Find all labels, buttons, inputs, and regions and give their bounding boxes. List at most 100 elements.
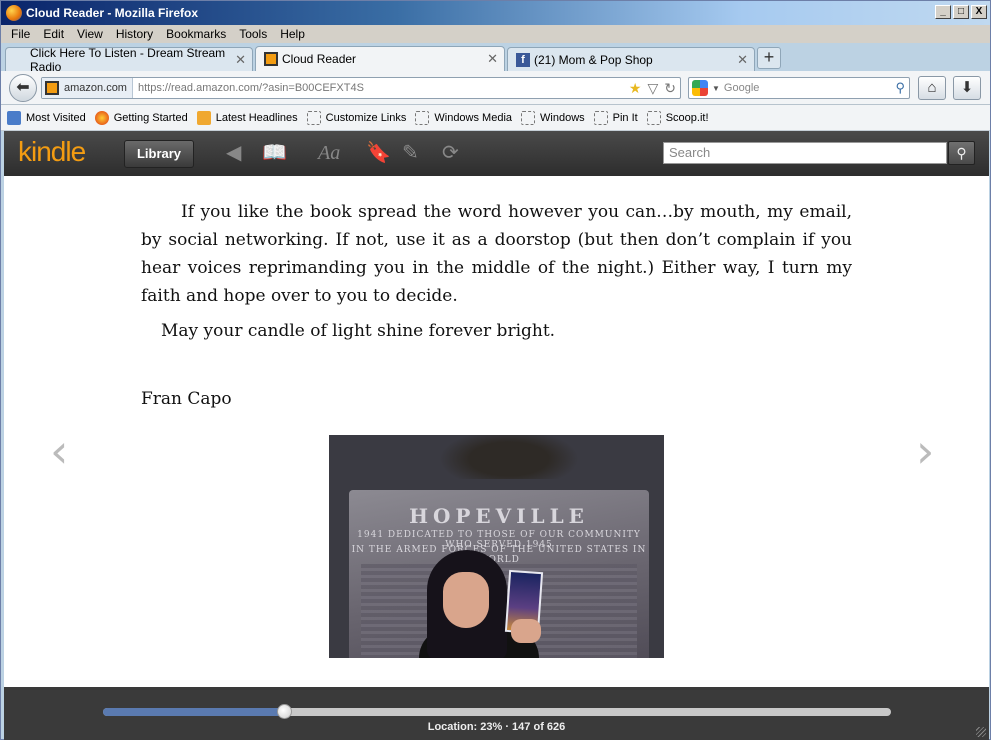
menu-file[interactable]: File bbox=[11, 27, 30, 41]
kindle-search-input[interactable]: Search bbox=[663, 142, 947, 164]
tab-mom-pop-shop[interactable]: f (21) Mom & Pop Shop ✕ bbox=[507, 47, 755, 71]
page-icon bbox=[521, 110, 536, 125]
close-window-button[interactable]: X bbox=[971, 5, 987, 19]
font-settings-icon[interactable]: Aa bbox=[318, 141, 340, 165]
page-icon bbox=[646, 110, 661, 125]
eagle-statue bbox=[439, 435, 579, 479]
reading-pane: ‹ › If you like the book spread the word… bbox=[4, 176, 989, 687]
bookmark-pin-it[interactable]: Pin It bbox=[593, 110, 638, 125]
site-domain: amazon.com bbox=[64, 82, 127, 94]
search-engine-dropdown-icon[interactable]: ▼ bbox=[712, 84, 720, 93]
navigation-bar: ⬅ amazon.com https://read.amazon.com/?as… bbox=[1, 71, 990, 105]
firefox-icon bbox=[6, 5, 22, 21]
bookmark-star-icon[interactable]: ★ bbox=[629, 80, 642, 97]
google-icon[interactable] bbox=[692, 80, 708, 96]
kindle-favicon-icon bbox=[264, 52, 278, 66]
bookmark-label: Customize Links bbox=[325, 111, 407, 124]
tab-strip: Click Here To Listen - Dream Stream Radi… bbox=[1, 43, 990, 74]
bookmark-latest-headlines[interactable]: Latest Headlines bbox=[196, 110, 298, 125]
most-visited-icon bbox=[7, 110, 21, 125]
back-arrow-icon[interactable]: ◀ bbox=[226, 141, 241, 165]
figure-hand bbox=[511, 619, 541, 643]
bookmark-windows-media[interactable]: Windows Media bbox=[415, 110, 513, 125]
kindle-toolbar: kindle Library ◀ 📖 Aa 🔖 ✎ ⟳ Search ⚲ bbox=[4, 131, 989, 176]
bookmark-label: Latest Headlines bbox=[215, 111, 298, 124]
url-bar[interactable]: amazon.com https://read.amazon.com/?asin… bbox=[41, 77, 681, 99]
sync-icon[interactable]: ⟳ bbox=[442, 141, 459, 165]
menu-bar: File Edit View History Bookmarks Tools H… bbox=[1, 25, 990, 43]
tab-dream-stream-radio[interactable]: Click Here To Listen - Dream Stream Radi… bbox=[5, 45, 253, 74]
kindle-favicon-icon bbox=[45, 81, 59, 95]
tab-label: Click Here To Listen - Dream Stream Radi… bbox=[30, 45, 226, 74]
bookmark-label: Getting Started bbox=[113, 111, 188, 124]
location-indicator: Location: 23% · 147 of 626 bbox=[427, 721, 566, 733]
title-bar: Cloud Reader - Mozilla Firefox _ □ X bbox=[1, 1, 990, 25]
book-paragraph: May your candle of light shine forever b… bbox=[161, 321, 556, 341]
menu-help[interactable]: Help bbox=[280, 27, 305, 41]
book-text: If you like the book spread the word how… bbox=[141, 198, 852, 413]
close-tab-icon[interactable]: ✕ bbox=[737, 52, 748, 68]
previous-page-icon[interactable]: ‹ bbox=[50, 428, 68, 474]
site-identity-badge[interactable]: amazon.com bbox=[42, 78, 133, 98]
bookmark-most-visited[interactable]: Most Visited bbox=[7, 110, 86, 125]
downloads-button[interactable]: ⬇ bbox=[953, 76, 981, 100]
kindle-logo: kindle bbox=[18, 136, 86, 167]
back-button[interactable]: ⬅ bbox=[9, 74, 37, 102]
maximize-button[interactable]: □ bbox=[953, 5, 969, 19]
bookmark-label: Windows bbox=[540, 111, 585, 124]
rss-icon bbox=[196, 110, 211, 125]
book-paragraph: If you like the book spread the word how… bbox=[141, 202, 852, 306]
progress-fill bbox=[103, 708, 285, 716]
bookmark-getting-started[interactable]: Getting Started bbox=[94, 110, 188, 125]
kindle-search-button[interactable]: ⚲ bbox=[948, 141, 975, 165]
window-title: Cloud Reader - Mozilla Firefox bbox=[26, 6, 199, 20]
home-button[interactable]: ⌂ bbox=[918, 76, 946, 100]
menu-history[interactable]: History bbox=[116, 27, 153, 41]
progress-slider-thumb[interactable] bbox=[277, 704, 293, 719]
reload-icon[interactable]: ↻ bbox=[664, 80, 676, 97]
close-tab-icon[interactable]: ✕ bbox=[487, 51, 498, 67]
bookmark-label: Scoop.it! bbox=[665, 111, 709, 124]
open-book-icon[interactable]: 📖 bbox=[262, 141, 287, 165]
menu-bookmarks[interactable]: Bookmarks bbox=[166, 27, 226, 41]
bookmark-windows[interactable]: Windows bbox=[521, 110, 585, 125]
author-photo: HOPEVILLE 1941 DEDICATED TO THOSE OF OUR… bbox=[329, 435, 664, 658]
search-bar[interactable]: ▼ Google ⚲ bbox=[688, 77, 910, 99]
window-controls: _ □ X bbox=[935, 5, 987, 19]
bookmark-label: Windows Media bbox=[434, 111, 513, 124]
firefox-icon bbox=[94, 110, 109, 125]
next-page-icon[interactable]: › bbox=[916, 428, 934, 474]
bookmark-icon[interactable]: 🔖 bbox=[366, 141, 391, 165]
url-bar-icons: ★ ▽ ↻ bbox=[629, 80, 676, 97]
resize-grip-icon[interactable] bbox=[976, 727, 986, 737]
bookmark-label: Most Visited bbox=[26, 111, 86, 124]
progress-track[interactable] bbox=[103, 704, 891, 719]
bookmark-customize-links[interactable]: Customize Links bbox=[306, 110, 407, 125]
tab-label: Cloud Reader bbox=[282, 52, 357, 66]
plaque-title: HOPEVILLE bbox=[409, 504, 589, 528]
page-icon bbox=[415, 110, 430, 125]
tab-label: (21) Mom & Pop Shop bbox=[534, 52, 653, 67]
menu-view[interactable]: View bbox=[77, 27, 103, 41]
notes-icon[interactable]: ✎ bbox=[402, 141, 419, 165]
url-text[interactable]: https://read.amazon.com/?asin=B00CEFXT4S bbox=[138, 82, 364, 94]
menu-tools[interactable]: Tools bbox=[239, 27, 267, 41]
minimize-button[interactable]: _ bbox=[935, 5, 951, 19]
library-button[interactable]: Library bbox=[124, 140, 194, 168]
new-tab-button[interactable]: + bbox=[757, 47, 781, 69]
reading-progress-bar: Location: 23% · 147 of 626 bbox=[4, 687, 989, 740]
tab-cloud-reader[interactable]: Cloud Reader ✕ bbox=[255, 46, 505, 71]
menu-edit[interactable]: Edit bbox=[43, 27, 64, 41]
page-icon bbox=[593, 110, 608, 125]
browser-window: Cloud Reader - Mozilla Firefox _ □ X Fil… bbox=[0, 0, 991, 740]
bookmark-scoop-it[interactable]: Scoop.it! bbox=[646, 110, 709, 125]
figure-face bbox=[443, 572, 489, 628]
page-icon bbox=[306, 110, 321, 125]
close-tab-icon[interactable]: ✕ bbox=[235, 52, 246, 68]
facebook-favicon-icon: f bbox=[516, 52, 530, 67]
author-signature: Fran Capo bbox=[141, 389, 232, 409]
search-input[interactable]: Google bbox=[724, 82, 759, 94]
dropdown-arrow-icon[interactable]: ▽ bbox=[647, 80, 658, 97]
search-icon[interactable]: ⚲ bbox=[895, 80, 905, 96]
bookmarks-toolbar: Most Visited Getting Started Latest Head… bbox=[1, 105, 990, 131]
